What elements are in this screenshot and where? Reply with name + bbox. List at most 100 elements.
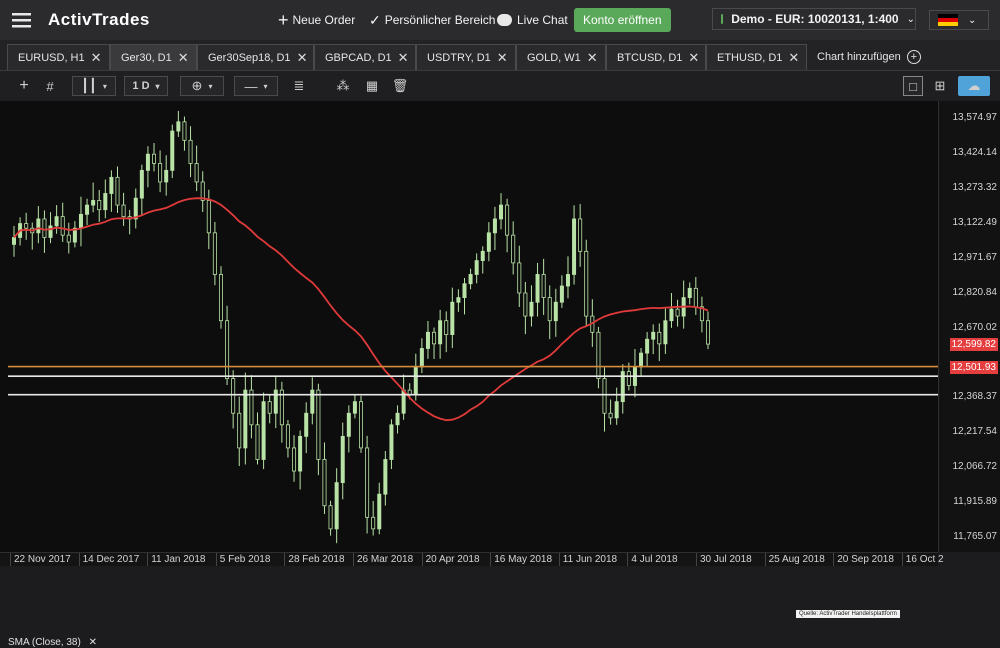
close-icon[interactable]: ✕: [297, 50, 308, 66]
tab-eurusd[interactable]: EURUSD, H1 ✕: [7, 44, 110, 70]
candle-body: [365, 447, 370, 518]
candlestick-icon: ┃┃: [81, 78, 97, 93]
candle-body: [553, 301, 558, 322]
tab-ger30[interactable]: Ger30, D1 ✕: [110, 44, 197, 70]
candle-body: [389, 424, 394, 460]
date-tick-label: 20 Sep 2018: [837, 554, 894, 565]
menu-icon[interactable]: [12, 0, 32, 40]
candle-body: [182, 121, 187, 141]
new-order-button[interactable]: + Neue Order: [278, 0, 355, 40]
candle-body: [438, 320, 443, 345]
trash-icon[interactable]: 🗑: [390, 76, 410, 96]
date-tick-label: 4 Jul 2018: [631, 554, 678, 565]
add-indicator-dropdown[interactable]: ⊕ ▾: [180, 76, 224, 96]
date-tick-label: 28 Feb 2018: [288, 554, 345, 565]
candle-body: [237, 412, 242, 449]
candle-body: [456, 297, 461, 303]
date-axis[interactable]: 22 Nov 2017 14 Dec 2017 11 Jan 2018 5 Feb 2…: [0, 552, 944, 567]
date-tick-label: 26 Mar 2018: [357, 554, 414, 565]
candle-body: [462, 283, 467, 298]
price-tick-label: 13,273.32: [952, 182, 998, 194]
date-separator: [901, 553, 903, 567]
date-separator: [10, 553, 11, 567]
plus-circle-icon: +: [906, 50, 921, 64]
candle-body: [523, 292, 528, 317]
candle-body: [602, 378, 607, 414]
language-selector[interactable]: ⌄: [929, 10, 989, 30]
candle-body: [346, 412, 351, 437]
close-icon[interactable]: ✕: [587, 50, 598, 66]
personal-area-button[interactable]: ✓ Persönlicher Bereich: [369, 0, 495, 40]
multi-layout-icon[interactable]: ⊞: [930, 76, 950, 96]
close-icon[interactable]: ✕: [91, 50, 102, 66]
chevron-down-icon: ⌄: [968, 14, 977, 26]
candle-body: [669, 308, 674, 322]
tab-ethusd[interactable]: ETHUSD, D1 ✕: [706, 44, 807, 70]
candle-body: [292, 447, 297, 472]
candle-body: [188, 139, 193, 164]
close-icon[interactable]: ✕: [788, 50, 799, 66]
candle-body: [91, 200, 96, 206]
timeframe-dropdown[interactable]: 1 D ▾: [124, 76, 168, 96]
line-tool-dropdown[interactable]: — ▾: [234, 76, 278, 96]
chart-area[interactable]: SMA (Close, 38) ✕ Quelle: ActivTrader Ha…: [0, 101, 1000, 648]
candle-body: [322, 459, 327, 507]
candle-body: [425, 331, 430, 349]
chevron-down-icon: ▾: [263, 81, 268, 91]
date-separator: [353, 553, 354, 567]
date-tick-label: 11 Jun 2018: [562, 554, 618, 565]
tab-gbpcad[interactable]: GBPCAD, D1 ✕: [314, 44, 416, 70]
check-icon: ✓: [369, 11, 381, 28]
date-separator: [421, 553, 423, 567]
price-tick-label: 12,670.02: [952, 321, 998, 333]
object-tree-icon[interactable]: ⁂: [333, 76, 353, 96]
price-chart[interactable]: [0, 101, 938, 552]
tab-ger30sep18[interactable]: Ger30Sep18, D1 ✕: [197, 44, 314, 70]
tab-gold[interactable]: GOLD, W1 ✕: [516, 44, 606, 70]
close-icon[interactable]: ✕: [497, 50, 508, 66]
single-layout-icon[interactable]: □: [903, 76, 923, 96]
candle-body: [24, 223, 29, 229]
plus-icon: +: [278, 9, 289, 30]
bottom-scrollbar[interactable]: [0, 566, 1000, 574]
template-icon[interactable]: ▦: [362, 76, 382, 96]
candle-body: [328, 505, 333, 530]
tab-usdtry[interactable]: USDTRY, D1 ✕: [416, 44, 516, 70]
user-icon: [721, 14, 724, 24]
candle-body: [358, 401, 363, 449]
date-tick-label: 30 Jul 2018: [700, 554, 752, 565]
account-selector[interactable]: Demo - EUR: 10020131, 1:400 ⌄: [712, 8, 916, 30]
candle-body: [145, 153, 150, 171]
open-account-button[interactable]: Konto eröffnen: [574, 8, 671, 32]
candle-body: [158, 163, 163, 183]
date-separator: [764, 553, 766, 567]
date-tick-label: 16 May 2018: [494, 554, 553, 565]
price-axis[interactable]: 12,599.82 12,501.93 13,574.97 13,424.14 13…: [938, 101, 1000, 552]
candle-body: [474, 260, 479, 275]
candle-body: [687, 287, 692, 298]
close-icon[interactable]: ✕: [398, 50, 409, 66]
date-separator: [284, 553, 286, 567]
candle-body: [663, 320, 668, 345]
date-separator: [696, 553, 697, 567]
date-tick-label: 16 Oct 2: [905, 554, 944, 565]
candle-body: [450, 301, 455, 335]
close-icon[interactable]: ✕: [89, 637, 97, 648]
candle-body: [413, 366, 418, 396]
add-chart-button[interactable]: Chart hinzufügen +: [807, 44, 922, 70]
crosshair-icon[interactable]: +: [14, 76, 34, 96]
cloud-icon[interactable]: ☁: [958, 76, 990, 96]
candle-body: [693, 287, 698, 308]
candle-body: [36, 218, 41, 234]
close-icon[interactable]: ✕: [688, 50, 699, 66]
fibonacci-icon[interactable]: ≣: [289, 76, 309, 96]
candle-body: [121, 204, 126, 218]
close-icon[interactable]: ✕: [178, 50, 189, 66]
candle-body: [480, 250, 485, 261]
chart-type-dropdown[interactable]: ┃┃ ▾: [72, 76, 116, 96]
date-separator: [627, 553, 629, 567]
tab-btcusd[interactable]: BTCUSD, D1 ✕: [606, 44, 706, 70]
live-chat-button[interactable]: Live Chat: [497, 0, 568, 40]
grid-icon[interactable]: #: [40, 76, 60, 96]
candle-body: [675, 308, 680, 317]
